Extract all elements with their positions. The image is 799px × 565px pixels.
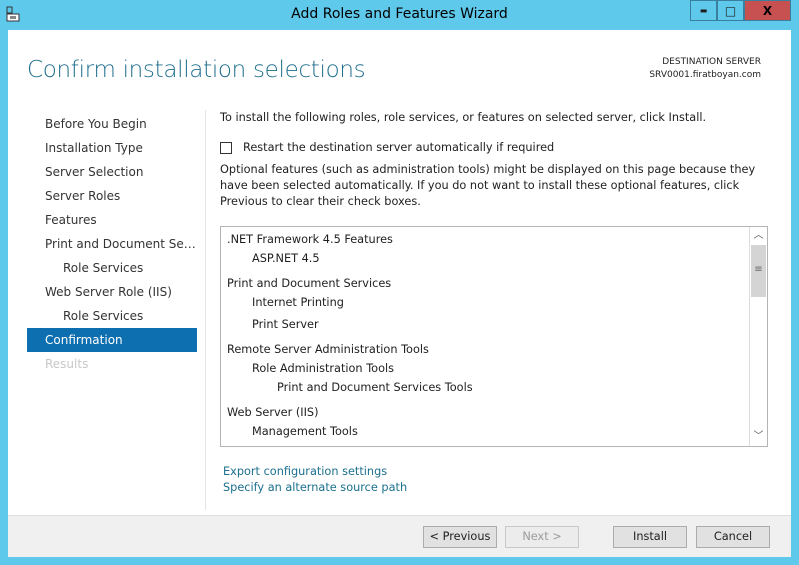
feature-item: Internet Printing [252,296,344,309]
sidebar-item[interactable]: Web Server Role (IIS) [27,280,197,304]
maximize-icon: □ [724,3,737,18]
sidebar-item[interactable]: Features [27,208,197,232]
previous-button[interactable]: < Previous [423,526,497,548]
restart-checkbox[interactable] [220,142,232,154]
feature-item: Print and Document Services Tools [277,381,473,394]
sidebar-item[interactable]: Installation Type [27,136,197,160]
install-button[interactable]: Install [613,526,687,548]
sidebar-item[interactable]: Role Services [27,304,197,328]
optional-features-text: Optional features (such as administratio… [220,163,756,208]
divider [205,110,206,510]
destination-label: DESTINATION SERVER [662,57,761,67]
destination-server-name: SRV0001.firatboyan.com [649,70,761,80]
sidebar-item[interactable]: Print and Document Services [27,232,197,256]
minimize-icon: ▬ [699,6,708,15]
feature-item: Print and Document Services [227,277,392,290]
title-bar: Add Roles and Features Wizard ▬ □ X [0,0,799,30]
alternate-source-link[interactable]: Specify an alternate source path [223,480,407,496]
close-button[interactable]: X [744,0,791,21]
feature-item: ASP.NET 4.5 [252,252,320,265]
scroll-up-icon[interactable]: ︿ [750,227,767,245]
close-icon: X [762,3,773,18]
scroll-down-icon[interactable]: ﹀ [750,428,767,446]
scrollbar[interactable]: ︿ ≡ ﹀ [749,227,767,446]
wizard-steps: Before You Begin Installation Type Server … [27,112,197,376]
feature-item: .NET Framework 4.5 Features [227,233,393,246]
export-configuration-link[interactable]: Export configuration settings [223,464,407,480]
scroll-thumb[interactable]: ≡ [751,245,766,297]
restart-checkbox-row[interactable]: Restart the destination server automatic… [220,140,780,156]
feature-item: Management Tools [252,425,358,438]
destination-server: DESTINATION SERVER SRV0001.firatboyan.co… [649,56,761,82]
sidebar-item[interactable]: Before You Begin [27,112,197,136]
next-button[interactable]: Next > [505,526,579,548]
feature-item: Remote Server Administration Tools [227,343,429,356]
sidebar-item[interactable]: Server Roles [27,184,197,208]
feature-item: Web Server (IIS) [227,406,319,419]
window-title: Add Roles and Features Wizard [291,6,508,22]
feature-item: Print Server [252,318,319,331]
sidebar-item[interactable]: Confirmation [27,328,197,352]
features-list[interactable]: .NET Framework 4.5 Features ASP.NET 4.5 Pr… [220,226,768,447]
sidebar-item[interactable]: Role Services [27,256,197,280]
wizard-client: Confirm installation selections DESTINAT… [8,30,791,557]
minimize-button[interactable]: ▬ [690,0,717,21]
feature-item: Role Administration Tools [252,362,395,375]
restart-label[interactable]: Restart the destination server automatic… [243,140,554,156]
footer: < Previous Next > Install Cancel [8,515,791,557]
main-content: To install the following roles, role ser… [220,110,780,210]
sidebar-item[interactable]: Server Selection [27,160,197,184]
sidebar-item: Results [45,357,89,371]
cancel-button[interactable]: Cancel [696,526,770,548]
intro-text: To install the following roles, role ser… [220,111,707,124]
page-title: Confirm installation selections [27,57,366,83]
maximize-button[interactable]: □ [717,0,744,21]
